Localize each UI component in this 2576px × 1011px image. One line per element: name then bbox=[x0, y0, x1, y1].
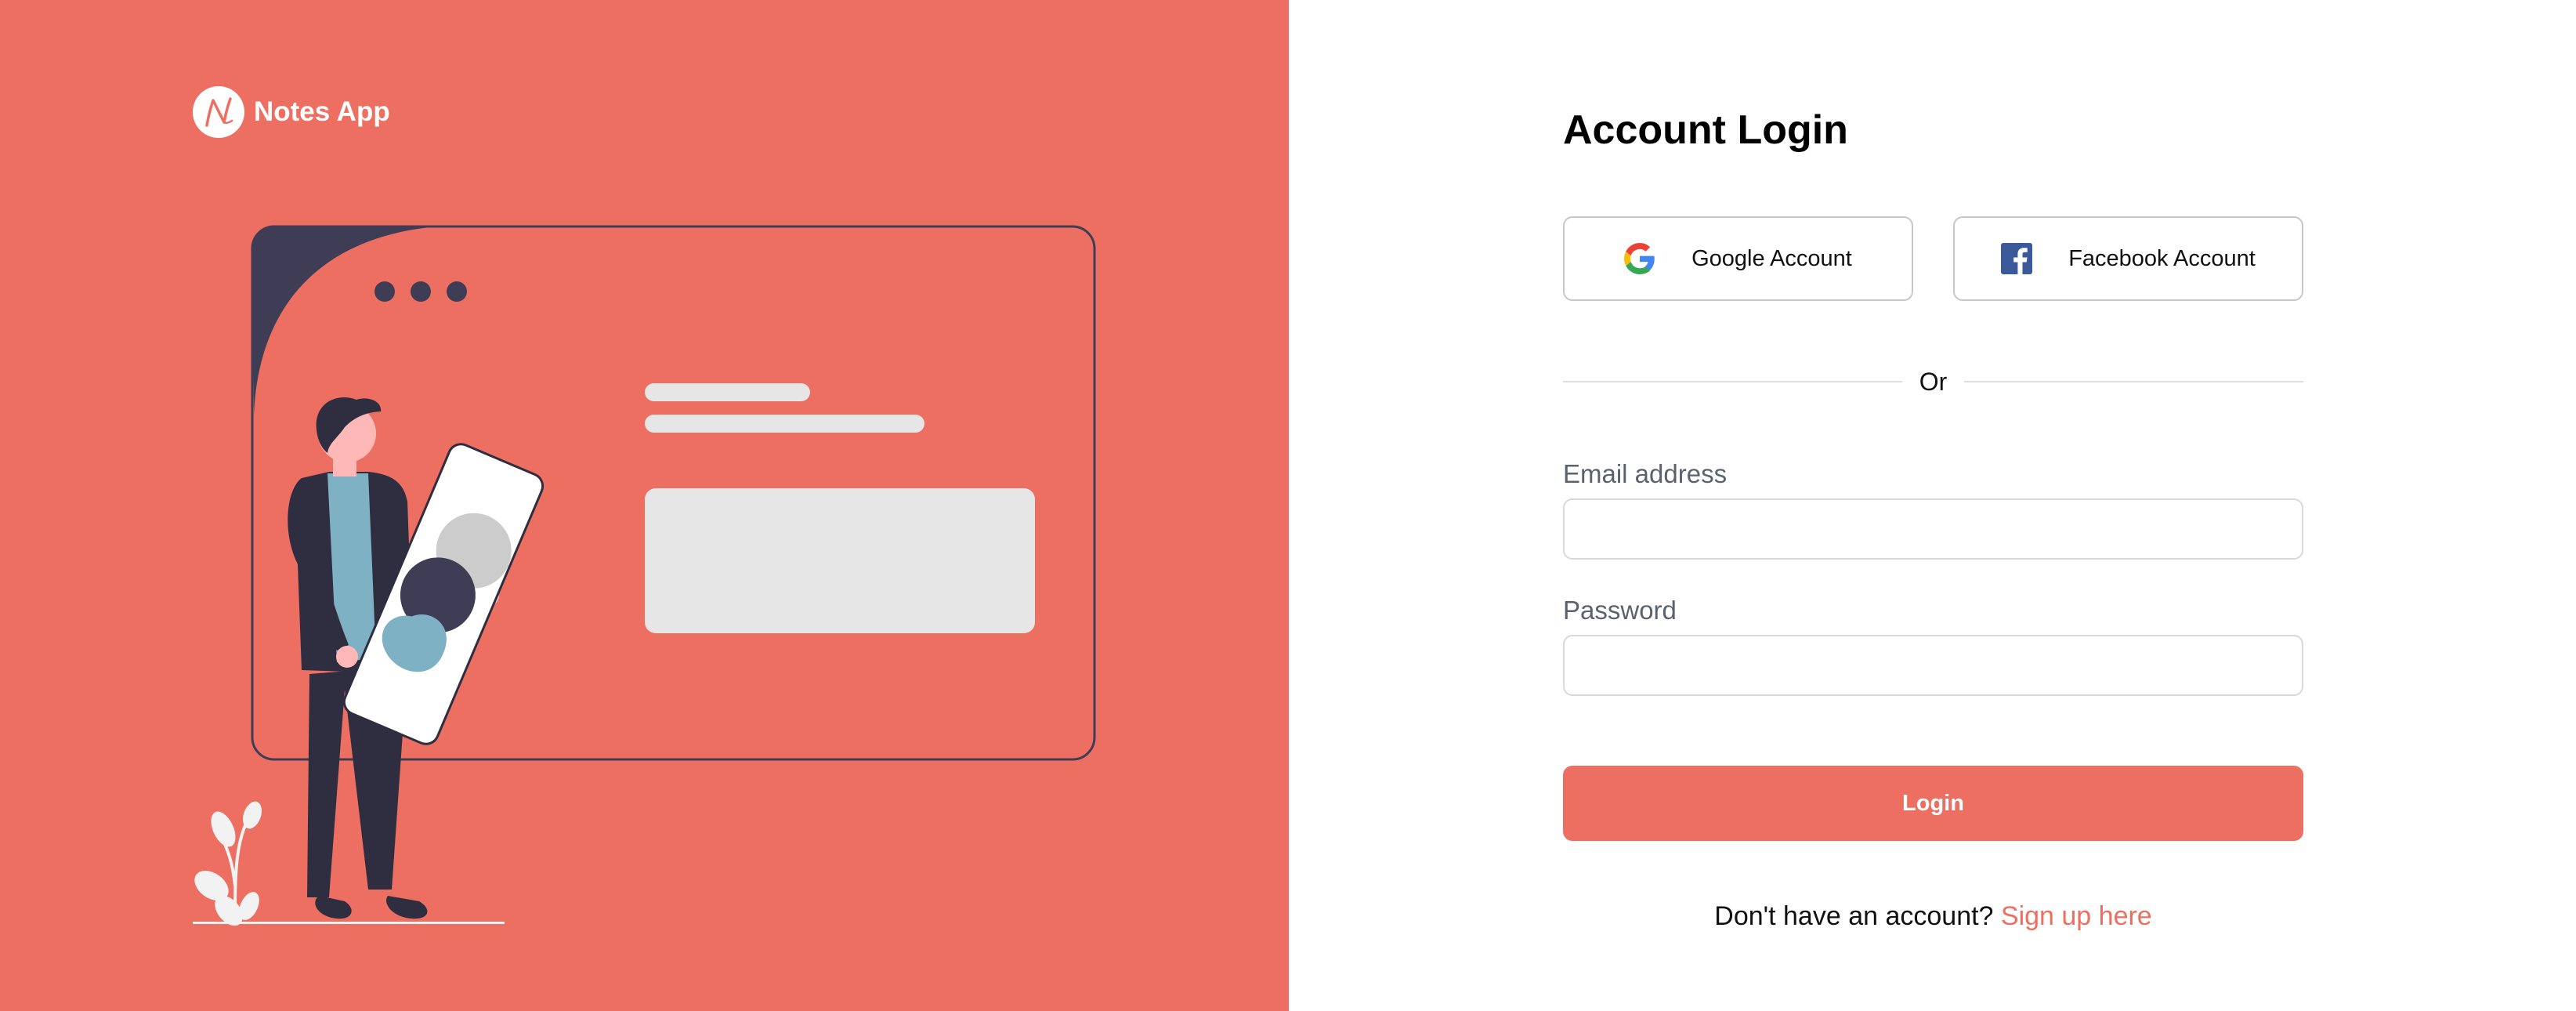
login-illustration bbox=[193, 225, 1096, 926]
facebook-button-label: Facebook Account bbox=[2068, 245, 2256, 271]
login-form: Account Login Google Account Facebook Ac… bbox=[1563, 0, 2304, 1011]
google-icon bbox=[1624, 243, 1655, 274]
facebook-icon bbox=[2001, 243, 2033, 274]
google-login-button[interactable]: Google Account bbox=[1563, 216, 1913, 301]
signup-prompt-text: Don't have an account? bbox=[1714, 901, 2001, 931]
password-field[interactable] bbox=[1563, 635, 2303, 696]
or-divider: Or bbox=[1563, 363, 2304, 400]
email-label: Email address bbox=[1563, 459, 1728, 488]
person-illustration bbox=[288, 397, 545, 919]
divider-line-left bbox=[1563, 381, 1902, 382]
page-title: Account Login bbox=[1563, 107, 1848, 153]
email-field[interactable] bbox=[1563, 498, 2303, 560]
divider-text: Or bbox=[1919, 367, 1948, 396]
password-label: Password bbox=[1563, 596, 1677, 625]
signup-prompt: Don't have an account? Sign up here bbox=[1563, 901, 2303, 932]
google-button-label: Google Account bbox=[1691, 245, 1852, 271]
login-button[interactable]: Login bbox=[1563, 766, 2303, 841]
signup-link[interactable]: Sign up here bbox=[2001, 901, 2152, 931]
facebook-login-button[interactable]: Facebook Account bbox=[1953, 216, 2303, 301]
left-illustration-panel: Notes App bbox=[0, 0, 1289, 1011]
divider-line-right bbox=[1964, 381, 2304, 382]
